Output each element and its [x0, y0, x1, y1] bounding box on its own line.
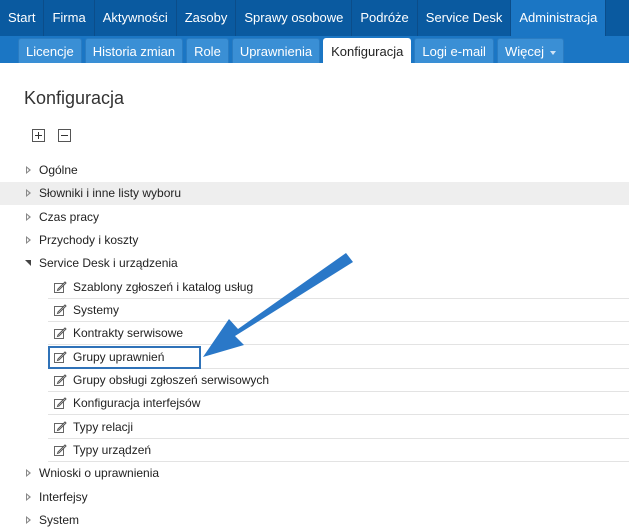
nav-sprawy-osobowe[interactable]: Sprawy osobowe [236, 0, 353, 36]
main-content: Konfiguracja Ogólne Słowniki i inne list… [0, 63, 629, 532]
tab-historia-zmian[interactable]: Historia zmian [84, 38, 184, 63]
nav-administracja[interactable]: Administracja [511, 0, 607, 36]
nav-zasoby[interactable]: Zasoby [177, 0, 237, 36]
annotation-arrow-icon [203, 253, 353, 357]
tab-role[interactable]: Role [186, 38, 229, 63]
nav-service-desk[interactable]: Service Desk [418, 0, 512, 36]
nav-firma[interactable]: Firma [44, 0, 95, 36]
chevron-down-icon [549, 50, 556, 55]
tab-logi-email[interactable]: Logi e-mail [414, 38, 494, 63]
nav-start[interactable]: Start [0, 0, 45, 36]
sub-tab-bar: Licencje Historia zmian Role Uprawnienia… [0, 36, 629, 63]
tab-uprawnienia[interactable]: Uprawnienia [231, 38, 321, 63]
tab-konfiguracja[interactable]: Konfiguracja [323, 38, 412, 63]
top-navigation: Start Firma Aktywności Zasoby Sprawy oso… [0, 0, 629, 36]
sub-tabs: Licencje Historia zmian Role Uprawnienia… [18, 38, 567, 63]
nav-podroze[interactable]: Podróże [352, 0, 418, 36]
tab-wiecej-label: Więcej [504, 44, 544, 59]
tab-licencje[interactable]: Licencje [18, 38, 82, 63]
tab-wiecej[interactable]: Więcej [496, 38, 564, 63]
nav-aktywnosci[interactable]: Aktywności [95, 0, 177, 36]
